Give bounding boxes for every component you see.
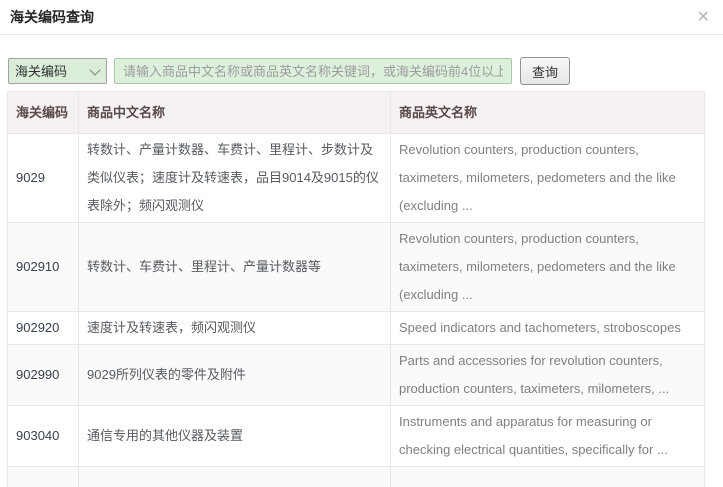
search-bar: 海关编码 查询 xyxy=(8,57,715,85)
cell-cn-name: 转数计、车费计、里程计、产量计数器等 xyxy=(79,223,391,312)
table-row[interactable]: 902990 9029所列仪表的零件及附件 Parts and accessor… xyxy=(8,345,705,406)
col-header-code: 海关编码 xyxy=(8,92,79,134)
results-table: 海关编码 商品中文名称 商品英文名称 9029 转数计、产量计数器、车费计、里程… xyxy=(7,91,705,487)
table-row[interactable]: 903082 测试或检验半导体晶片或元器件用仪器及装置 Instruments … xyxy=(8,467,705,487)
search-type-select[interactable]: 海关编码 xyxy=(8,58,107,84)
cell-cn-name: 测试或检验半导体晶片或元器件用仪器及装置 xyxy=(79,467,391,487)
table-row[interactable]: 9029 转数计、产量计数器、车费计、里程计、步数计及类似仪表；速度计及转速表，… xyxy=(8,134,705,223)
cell-cn-name: 通信专用的其他仪器及装置 xyxy=(79,406,391,467)
close-icon[interactable]: × xyxy=(693,7,713,27)
cell-cn-name: 速度计及转速表，频闪观测仪 xyxy=(79,312,391,345)
cell-cn-name: 9029所列仪表的零件及附件 xyxy=(79,345,391,406)
search-type-select-control[interactable]: 海关编码 xyxy=(8,58,107,84)
cell-code: 9029 xyxy=(8,134,79,223)
cell-cn-name: 转数计、产量计数器、车费计、里程计、步数计及类似仪表；速度计及转速表，品目901… xyxy=(79,134,391,223)
query-button[interactable]: 查询 xyxy=(520,57,570,85)
table-header-row: 海关编码 商品中文名称 商品英文名称 xyxy=(8,92,705,134)
cell-code: 902990 xyxy=(8,345,79,406)
cell-en-name: Instruments and apparatus for measuring … xyxy=(391,467,705,487)
col-header-cn-name: 商品中文名称 xyxy=(79,92,391,134)
cell-code: 903082 xyxy=(8,467,79,487)
search-input[interactable] xyxy=(114,58,512,84)
cell-en-name: Parts and accessories for revolution cou… xyxy=(391,345,705,406)
hs-code-query-dialog: 海关编码查询 × 海关编码 查询 海关编码 商品中文名称 商品英文名称 9029… xyxy=(0,0,723,487)
col-header-en-name: 商品英文名称 xyxy=(391,92,705,134)
cell-en-name: Revolution counters, production counters… xyxy=(391,134,705,223)
cell-en-name: Revolution counters, production counters… xyxy=(391,223,705,312)
cell-code: 902910 xyxy=(8,223,79,312)
cell-code: 903040 xyxy=(8,406,79,467)
results-table-wrap: 海关编码 商品中文名称 商品英文名称 9029 转数计、产量计数器、车费计、里程… xyxy=(7,91,704,487)
dialog-titlebar: 海关编码查询 × xyxy=(0,0,723,35)
cell-en-name: Speed indicators and tachometers, strobo… xyxy=(391,312,705,345)
table-row[interactable]: 903040 通信专用的其他仪器及装置 Instruments and appa… xyxy=(8,406,705,467)
cell-en-name: Instruments and apparatus for measuring … xyxy=(391,406,705,467)
dialog-title: 海关编码查询 xyxy=(10,7,94,27)
cell-code: 902920 xyxy=(8,312,79,345)
table-row[interactable]: 902920 速度计及转速表，频闪观测仪 Speed indicators an… xyxy=(8,312,705,345)
table-row[interactable]: 902910 转数计、车费计、里程计、产量计数器等 Revolution cou… xyxy=(8,223,705,312)
